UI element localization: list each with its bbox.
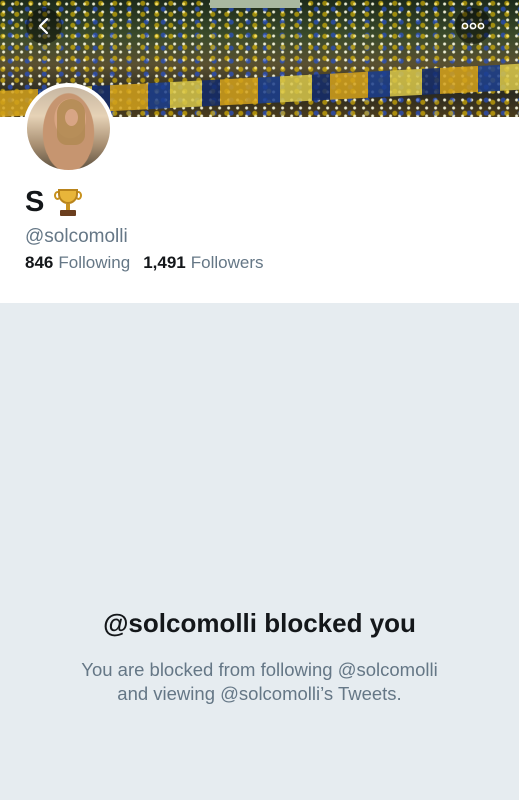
trophy-icon	[54, 187, 83, 217]
followers-count[interactable]: 1,491	[143, 253, 186, 273]
chevron-left-icon	[38, 17, 49, 35]
avatar[interactable]	[23, 83, 114, 174]
followers-label[interactable]: Followers	[191, 253, 264, 273]
more-horizontal-icon	[461, 22, 485, 30]
username-handle: @solcomolli	[25, 226, 128, 247]
follow-stats: 846 Following 1,491 Followers	[25, 253, 263, 273]
blocked-description-line1: You are blocked from following @solcomol…	[81, 659, 438, 680]
back-button[interactable]	[26, 8, 62, 44]
blocked-description-line2: and viewing @solcomolli’s Tweets.	[117, 683, 402, 704]
display-name-row: S	[25, 185, 83, 219]
banner-sky	[210, 0, 300, 8]
following-label[interactable]: Following	[58, 253, 130, 273]
blocked-title: @solcomolli blocked you	[103, 608, 416, 638]
following-count[interactable]: 846	[25, 253, 53, 273]
avatar-face	[65, 109, 78, 126]
blocked-description: You are blocked from following @solcomol…	[0, 658, 519, 706]
display-name: S	[25, 185, 45, 218]
more-options-button[interactable]	[455, 8, 491, 44]
